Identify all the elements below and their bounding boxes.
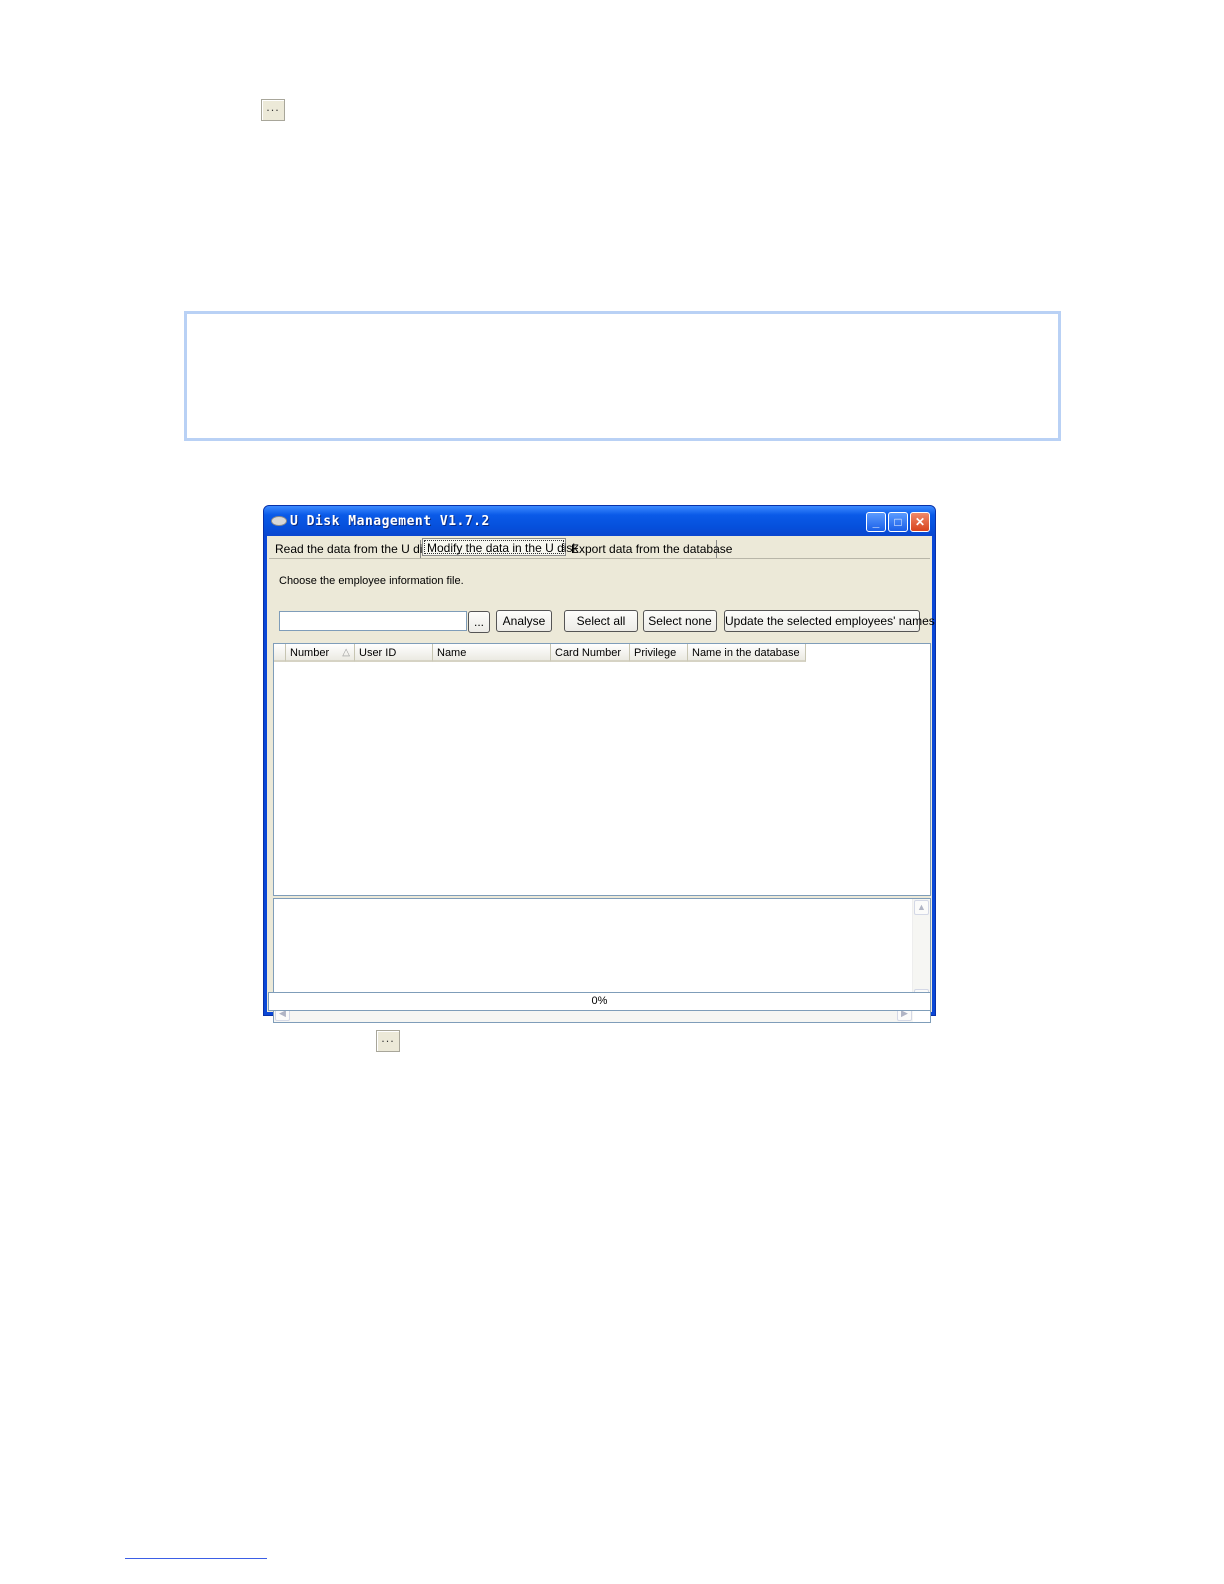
column-header-user-id[interactable]: User ID [355,644,433,662]
browse-file-button[interactable]: ... [468,611,490,633]
column-header-privilege[interactable]: Privilege [630,644,688,662]
disk-icon [271,516,287,526]
tab-export-database[interactable]: Export data from the database [567,540,732,558]
column-header-number[interactable]: Number △ [286,644,355,662]
column-label-number: Number [290,647,330,659]
footnote-separator [125,1558,267,1559]
employee-file-input[interactable] [279,611,467,631]
browse-button-illustration-bottom: ... [376,1030,400,1052]
select-none-button[interactable]: Select none [643,610,717,632]
maximize-button[interactable]: □ [888,512,908,532]
note-box [184,311,1061,441]
update-names-button[interactable]: Update the selected employees' names [724,610,935,632]
scroll-up-icon[interactable]: ▲ [914,900,929,915]
window-title: U Disk Management V1.7.2 [290,514,490,529]
close-button[interactable]: ✕ [910,512,930,532]
browse-button-illustration-top: ... [261,99,285,121]
app-window: U Disk Management V1.7.2 _ □ ✕ Read the … [263,505,936,1023]
sort-ascending-icon: △ [342,647,350,658]
window-client-area: Read the data from the U disk Modify the… [267,536,935,1023]
column-header[interactable] [274,644,286,662]
progress-bar: 0% [268,992,931,1011]
analyse-button[interactable]: Analyse [496,610,552,632]
title-bar[interactable]: U Disk Management V1.7.2 _ □ ✕ [264,506,935,536]
progress-text: 0% [591,995,608,1007]
tab-modify-u-disk[interactable]: Modify the data in the U disk [422,538,578,556]
vertical-scrollbar[interactable]: ▲ ▼ [912,899,930,1005]
employee-list[interactable]: Number △ User ID Name Card Number Privil… [273,643,931,896]
select-all-button[interactable]: Select all [564,610,638,632]
column-header-name[interactable]: Name [433,644,551,662]
file-label: Choose the employee information file. [279,575,464,587]
minimize-button[interactable]: _ [866,512,886,532]
tab-read-u-disk[interactable]: Read the data from the U disk [271,540,434,558]
tab-pane-modify: Choose the employee information file. ..… [269,558,935,1023]
column-header-name-in-database[interactable]: Name in the database [688,644,806,662]
column-header-card-number[interactable]: Card Number [551,644,630,662]
